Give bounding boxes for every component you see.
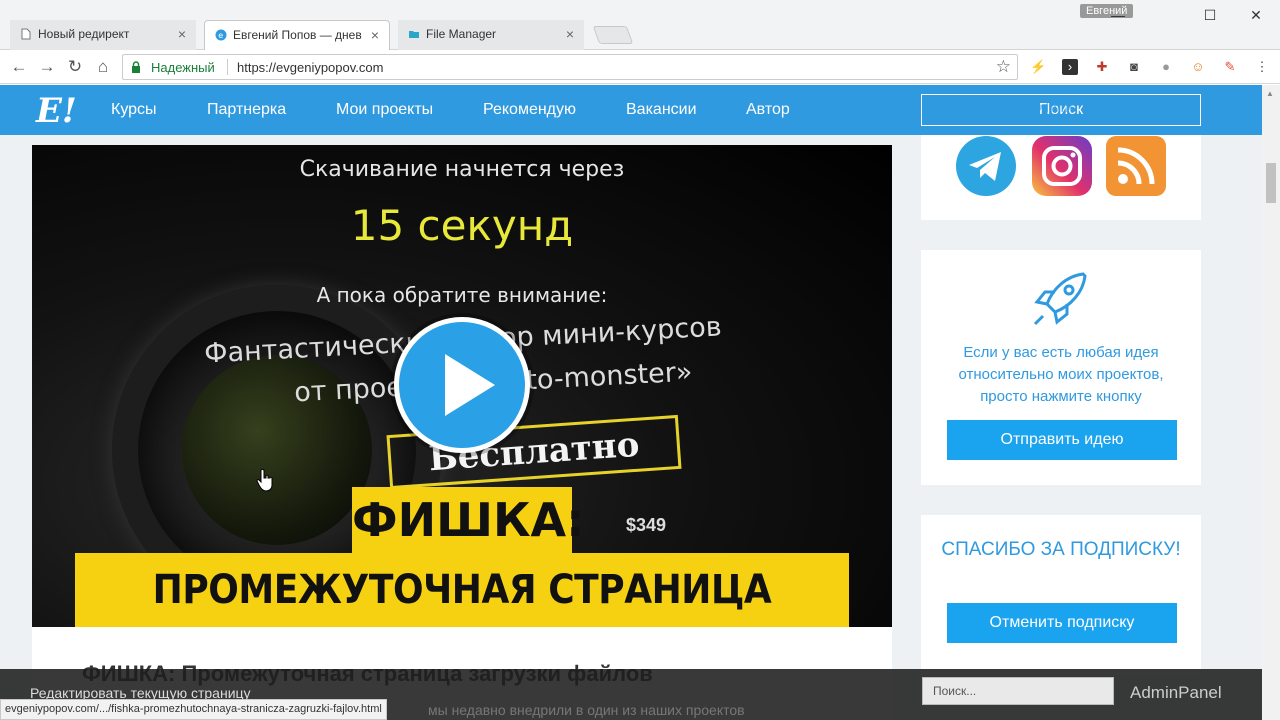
video-countdown: 15 секунд xyxy=(350,201,574,250)
idea-text: Если у вас есть любая идея относительно … xyxy=(958,344,1164,405)
video-text-download: Скачивание начнется через xyxy=(299,157,625,182)
globe-icon[interactable]: ● xyxy=(1158,59,1174,75)
address-separator xyxy=(227,59,228,75)
lock-icon xyxy=(132,61,140,73)
tab-close-icon[interactable]: × xyxy=(371,21,379,49)
nav-author[interactable]: Автор xyxy=(746,101,790,119)
unsubscribe-button[interactable]: Отменить подписку xyxy=(947,603,1177,643)
browser-toolbar: ← → ↻ ⌂ Надежный https://evgeniypopov.co… xyxy=(0,50,1280,84)
tab-title: File Manager xyxy=(426,27,497,41)
video-player[interactable]: Скачивание начнется через 15 секунд А по… xyxy=(32,145,892,627)
puzzle-icon[interactable]: ✚ xyxy=(1094,59,1110,75)
send-idea-button[interactable]: Отправить идею xyxy=(947,420,1177,460)
sidebar-idea-card: Если у вас есть любая идея относительно … xyxy=(921,250,1201,485)
terminal-icon[interactable]: › xyxy=(1062,59,1078,75)
webpage: E! Курсы Партнерка Мои проекты Рекоменду… xyxy=(0,85,1262,720)
sidebar-social-icons xyxy=(921,135,1201,220)
document-icon xyxy=(21,28,31,40)
close-window-button[interactable]: ✕ xyxy=(1246,6,1266,24)
video-fishka-label: ФИШКА: xyxy=(352,487,585,553)
page-scrollbar[interactable]: ▲ xyxy=(1262,85,1280,720)
video-price: $349 xyxy=(626,515,667,535)
tab-title: Евгений Попов — днев xyxy=(233,28,362,42)
site-logo[interactable]: E! xyxy=(36,91,77,131)
article-snippet: мы недавно внедрили в один из наших прое… xyxy=(428,702,745,718)
nav-courses[interactable]: Курсы xyxy=(111,101,157,119)
secure-label: Надежный xyxy=(151,60,215,75)
back-button[interactable]: ← xyxy=(8,56,30,78)
tab-title: Новый редирект xyxy=(38,27,130,41)
reload-button[interactable]: ↻ xyxy=(64,56,86,78)
scroll-thumb[interactable] xyxy=(1266,163,1276,203)
new-tab-button[interactable] xyxy=(592,26,634,44)
pen-icon[interactable]: ✎ xyxy=(1222,59,1238,75)
rss-icon[interactable] xyxy=(1105,135,1167,197)
instagram-icon[interactable] xyxy=(1031,135,1093,197)
telegram-icon[interactable] xyxy=(955,135,1017,197)
emoji-icon[interactable]: ☺ xyxy=(1190,59,1206,75)
address-bar[interactable]: Надежный https://evgeniypopov.com ☆ xyxy=(122,54,1018,80)
thanks-text: СПАСИБО ЗА ПОДПИСКУ! xyxy=(941,539,1181,560)
nav-recommend[interactable]: Рекомендую xyxy=(483,101,576,119)
subscribe-heading: СЛЕДИТЕ ЗА НОВЫМИ СТАТЬЯМИ ЧЕРЕЗ xyxy=(961,85,1161,116)
sidebar-thanks-card: СПАСИБО ЗА ПОДПИСКУ! Отменить подписку xyxy=(921,515,1201,675)
nav-vacancies[interactable]: Вакансии xyxy=(626,101,697,119)
camera-icon[interactable]: ◙ xyxy=(1126,59,1142,75)
home-button[interactable]: ⌂ xyxy=(92,56,114,78)
site-favicon-icon: e xyxy=(215,29,227,41)
bookmark-star-icon[interactable]: ☆ xyxy=(996,57,1011,77)
admin-search-input[interactable]: Поиск... xyxy=(922,677,1114,705)
tab-file-manager[interactable]: File Manager × xyxy=(398,20,584,50)
tab-evgeniy-popov[interactable]: e Евгений Попов — днев × xyxy=(204,20,390,50)
video-banner-title: ПРОМЕЖУТОЧНАЯ СТРАНИЦА ЗАГРУЗКИ ФАЙЛОВ xyxy=(75,553,849,627)
browser-titlebar: Новый редирект × e Евгений Попов — днев … xyxy=(0,0,1280,50)
tab-close-icon[interactable]: × xyxy=(178,20,186,48)
video-text-attention: А пока обратите внимание: xyxy=(316,283,608,307)
svg-text:e: e xyxy=(218,31,223,40)
tab-close-icon[interactable]: × xyxy=(566,20,574,48)
admin-panel-link[interactable]: AdminPanel xyxy=(1130,683,1222,703)
minimize-button[interactable]: — xyxy=(1108,6,1128,24)
url-text[interactable]: https://evgeniypopov.com xyxy=(237,60,383,75)
nav-partner[interactable]: Партнерка xyxy=(207,101,286,119)
forward-button[interactable]: → xyxy=(36,56,58,78)
folder-icon xyxy=(409,31,419,38)
nav-projects[interactable]: Мои проекты xyxy=(336,101,433,119)
play-button[interactable] xyxy=(394,317,530,453)
tab-new-redirect[interactable]: Новый редирект × xyxy=(10,20,196,50)
article-card: Скачивание начнется через 15 секунд А по… xyxy=(32,145,892,720)
play-icon xyxy=(445,354,495,416)
hand-cursor-icon xyxy=(256,468,273,492)
maximize-button[interactable]: ☐ xyxy=(1200,6,1220,24)
menu-icon[interactable]: ⋮ xyxy=(1254,59,1270,75)
status-bar-url: evgeniypopov.com/.../fishka-promezhutoch… xyxy=(0,699,387,720)
bolt-icon[interactable]: ⚡ xyxy=(1030,59,1046,75)
scroll-up-icon[interactable]: ▲ xyxy=(1266,89,1274,98)
rocket-icon xyxy=(1033,272,1087,326)
